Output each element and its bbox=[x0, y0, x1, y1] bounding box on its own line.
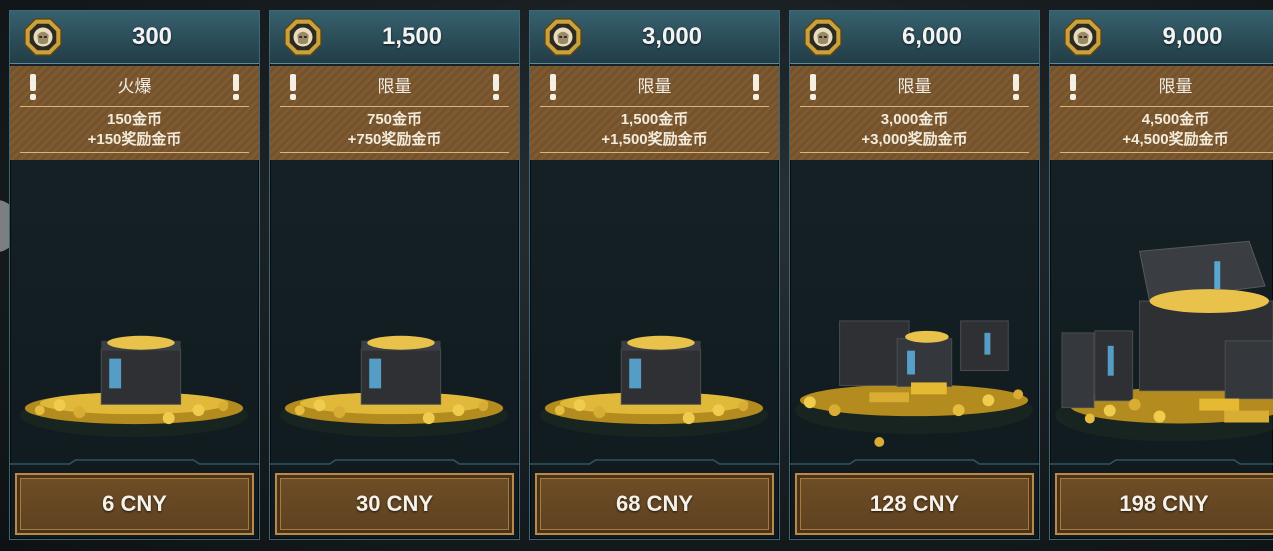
price-label: 68 CNY bbox=[615, 491, 694, 516]
coin-pack-card-300[interactable]: 300 火爆 150金币 +150奖励金币 6 CNY bbox=[9, 10, 260, 540]
card-header: 3,000 bbox=[530, 11, 779, 64]
bonus-text: 1,500金币 +1,500奖励金币 bbox=[530, 110, 779, 150]
small-chest-coins-image bbox=[19, 335, 249, 437]
bonus-base: 750金币 bbox=[366, 111, 423, 128]
bonus-extra: +1,500奖励金币 bbox=[601, 131, 708, 148]
promo-panel: 限量 4,500金币 +4,500奖励金币 bbox=[1050, 66, 1273, 160]
card-header: 300 bbox=[10, 11, 259, 64]
coin-pack-card-6000[interactable]: 6,000 限量 3,000金币 +3,000奖励金币 128 CNY bbox=[789, 10, 1040, 540]
small-chest-coins-image bbox=[539, 335, 769, 437]
bonus-base: 4,500金币 bbox=[1141, 111, 1210, 128]
bonus-text: 3,000金币 +3,000奖励金币 bbox=[790, 110, 1039, 150]
divider bbox=[540, 152, 769, 153]
card-header: 9,000 bbox=[1050, 11, 1273, 64]
coin-amount: 300 bbox=[131, 23, 173, 50]
price-label: 198 CNY bbox=[1119, 491, 1209, 516]
gold-coin-icon bbox=[804, 18, 842, 56]
buy-button[interactable]: 6 CNY bbox=[15, 473, 254, 535]
promo-panel: 火爆 150金币 +150奖励金币 bbox=[10, 66, 259, 160]
exclamation-icon bbox=[233, 74, 239, 100]
exclamation-icon bbox=[753, 74, 759, 100]
coin-amount: 3,000 bbox=[641, 23, 703, 50]
price-label: 128 CNY bbox=[869, 491, 960, 516]
price-label: 30 CNY bbox=[355, 491, 434, 516]
buy-button[interactable]: 68 CNY bbox=[535, 473, 774, 535]
coin-pack-card-3000[interactable]: 3,000 限量 1,500金币 +1,500奖励金币 68 CNY bbox=[529, 10, 780, 540]
promo-tag: 限量 bbox=[637, 77, 672, 96]
divider bbox=[20, 152, 249, 153]
promo-panel: 限量 1,500金币 +1,500奖励金币 bbox=[530, 66, 779, 160]
circuit-trim bbox=[1050, 459, 1273, 465]
divider bbox=[800, 106, 1029, 107]
promo-tag: 限量 bbox=[377, 77, 412, 96]
bonus-text: 750金币 +750奖励金币 bbox=[270, 110, 519, 150]
small-chest-coins-image bbox=[279, 335, 509, 437]
divider bbox=[280, 106, 509, 107]
circuit-trim bbox=[790, 459, 1039, 465]
divider bbox=[800, 152, 1029, 153]
promo-panel: 限量 750金币 +750奖励金币 bbox=[270, 66, 519, 160]
exclamation-icon bbox=[1013, 74, 1019, 100]
circuit-trim bbox=[530, 459, 779, 465]
divider bbox=[1060, 106, 1273, 107]
coin-amount: 1,500 bbox=[381, 23, 443, 50]
buy-button[interactable]: 128 CNY bbox=[795, 473, 1034, 535]
bonus-base: 150金币 bbox=[106, 111, 163, 128]
buy-button[interactable]: 198 CNY bbox=[1055, 473, 1273, 535]
bonus-base: 1,500金币 bbox=[620, 111, 689, 128]
promo-tag: 限量 bbox=[897, 77, 932, 96]
promo-tag: 火爆 bbox=[117, 77, 152, 96]
gold-coin-icon bbox=[284, 18, 322, 56]
coin-pack-card-1500[interactable]: 1,500 限量 750金币 +750奖励金币 30 CNY bbox=[269, 10, 520, 540]
bonus-base: 3,000金币 bbox=[880, 111, 949, 128]
exclamation-icon bbox=[493, 74, 499, 100]
divider bbox=[20, 106, 249, 107]
multiple-crates-coins-image bbox=[794, 320, 1034, 447]
price-label: 6 CNY bbox=[102, 491, 167, 516]
gold-coin-icon bbox=[544, 18, 582, 56]
divider bbox=[1060, 152, 1273, 153]
divider bbox=[280, 152, 509, 153]
coin-amount: 9,000 bbox=[1162, 23, 1223, 50]
bonus-extra: +150奖励金币 bbox=[87, 131, 182, 148]
gold-coin-icon bbox=[1064, 18, 1102, 56]
bonus-text: 150金币 +150奖励金币 bbox=[10, 110, 259, 150]
bonus-extra: +3,000奖励金币 bbox=[861, 131, 968, 148]
card-header: 1,500 bbox=[270, 11, 519, 64]
promo-panel: 限量 3,000金币 +3,000奖励金币 bbox=[790, 66, 1039, 160]
circuit-trim bbox=[270, 459, 519, 465]
shop-stage: 300 火爆 150金币 +150奖励金币 6 CNY 1,500 限量 750… bbox=[0, 0, 1273, 551]
gold-coin-icon bbox=[24, 18, 62, 56]
bonus-extra: +4,500奖励金币 bbox=[1122, 131, 1229, 148]
large-open-chest-coins-image bbox=[1055, 240, 1273, 442]
divider bbox=[540, 106, 769, 107]
buy-button[interactable]: 30 CNY bbox=[275, 473, 514, 535]
coin-amount: 6,000 bbox=[901, 23, 963, 50]
coin-pack-card-9000[interactable]: 9,000 限量 4,500金币 +4,500奖励金币 198 CNY bbox=[1049, 10, 1273, 540]
bonus-extra: +750奖励金币 bbox=[347, 131, 442, 148]
promo-tag: 限量 bbox=[1158, 77, 1193, 96]
card-header: 6,000 bbox=[790, 11, 1039, 64]
bonus-text: 4,500金币 +4,500奖励金币 bbox=[1050, 110, 1273, 150]
circuit-trim bbox=[10, 459, 259, 465]
